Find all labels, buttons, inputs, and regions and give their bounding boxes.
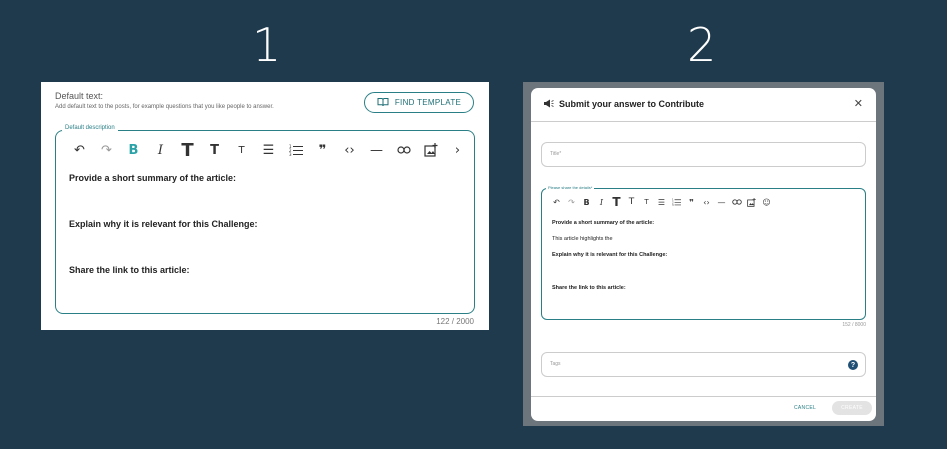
- editor-line: Explain why it is relevant for this Chal…: [552, 252, 668, 258]
- cancel-button[interactable]: CANCEL: [794, 405, 816, 411]
- undo-icon[interactable]: ↶: [549, 195, 564, 209]
- heading-large-icon[interactable]: T: [609, 195, 624, 209]
- editor-legend: Please share the details*: [546, 185, 595, 190]
- bold-icon[interactable]: B: [120, 140, 147, 160]
- heading-small-icon[interactable]: T: [228, 140, 255, 160]
- tags-placeholder: Tags: [550, 361, 561, 367]
- add-image-icon[interactable]: [417, 140, 444, 160]
- create-button[interactable]: CREATE: [832, 401, 872, 415]
- italic-icon[interactable]: I: [594, 195, 609, 209]
- editor-line: Provide a short summary of the article:: [69, 173, 237, 183]
- title-input[interactable]: Title*: [541, 142, 866, 167]
- bullet-list-icon[interactable]: ☰: [255, 140, 282, 160]
- bold-icon[interactable]: B: [579, 195, 594, 209]
- horizontal-rule-icon[interactable]: —: [714, 195, 729, 209]
- heading-small-icon[interactable]: T: [639, 195, 654, 209]
- default-text-panel: Default text: Add default text to the po…: [41, 82, 489, 330]
- submit-answer-modal: Submit your answer to Contribute ✕ Title…: [531, 88, 876, 421]
- bullet-list-icon[interactable]: ☰: [654, 195, 669, 209]
- link-icon[interactable]: [729, 195, 744, 209]
- megaphone-icon: [543, 99, 554, 110]
- redo-icon[interactable]: ↷: [564, 195, 579, 209]
- code-icon[interactable]: ‹›: [336, 140, 363, 160]
- quote-icon[interactable]: ❞: [684, 195, 699, 209]
- modal-header: Submit your answer to Contribute ✕: [531, 88, 876, 122]
- close-icon[interactable]: ✕: [854, 97, 863, 110]
- details-editor[interactable]: Please share the details* ↶ ↷ B I T T T …: [541, 185, 866, 320]
- quote-icon[interactable]: ❞: [309, 140, 336, 160]
- heading-medium-icon[interactable]: T: [201, 140, 228, 160]
- default-text-label: Default text:: [55, 91, 104, 101]
- emoji-icon[interactable]: ☺: [759, 195, 774, 209]
- add-image-icon[interactable]: [744, 195, 759, 209]
- svg-text:3: 3: [289, 152, 292, 156]
- find-template-label: FIND TEMPLATE: [394, 98, 462, 107]
- default-description-editor[interactable]: Default description ↶ ↷ B I T T T ☰ 123 …: [55, 125, 475, 314]
- editor-line: Share the link to this article:: [69, 265, 190, 275]
- editor-line: Share the link to this article:: [552, 285, 626, 291]
- title-placeholder: Title*: [550, 151, 562, 157]
- numbered-list-icon[interactable]: 123: [669, 195, 684, 209]
- default-text-helper: Add default text to the posts, for examp…: [55, 104, 274, 110]
- editor-toolbar: ↶ ↷ B I T T T ☰ 123 ❞ ‹› — ☺: [549, 195, 774, 209]
- find-template-button[interactable]: FIND TEMPLATE: [364, 92, 474, 113]
- link-icon[interactable]: [390, 140, 417, 160]
- step-number-2: 2: [687, 18, 717, 72]
- svg-text:3: 3: [672, 203, 674, 206]
- help-icon[interactable]: ?: [848, 360, 858, 370]
- editor-legend: Default description: [62, 125, 118, 131]
- redo-icon[interactable]: ↷: [93, 140, 120, 160]
- step-number-1: 1: [252, 18, 282, 72]
- heading-large-icon[interactable]: T: [174, 140, 201, 161]
- editor-line: Provide a short summary of the article:: [552, 220, 655, 226]
- numbered-list-icon[interactable]: 123: [282, 140, 309, 160]
- more-chevron-icon[interactable]: ›: [444, 140, 471, 160]
- horizontal-rule-icon[interactable]: —: [363, 140, 390, 160]
- character-counter: 122 / 2000: [436, 317, 474, 326]
- italic-icon[interactable]: I: [147, 140, 174, 160]
- heading-medium-icon[interactable]: T: [624, 195, 639, 209]
- editor-line: Explain why it is relevant for this Chal…: [69, 219, 258, 229]
- submit-answer-panel: Submit your answer to Contribute ✕ Title…: [523, 82, 884, 426]
- footer-divider: [531, 396, 876, 397]
- character-counter: 152 / 8000: [842, 322, 866, 328]
- editor-line: This article highlights the: [552, 236, 613, 242]
- editor-toolbar: ↶ ↷ B I T T T ☰ 123 ❞ ‹› — ›: [66, 140, 471, 161]
- tags-input[interactable]: Tags ?: [541, 352, 866, 377]
- book-icon: [377, 97, 389, 109]
- code-icon[interactable]: ‹›: [699, 195, 714, 209]
- modal-title: Submit your answer to Contribute: [559, 99, 705, 109]
- undo-icon[interactable]: ↶: [66, 140, 93, 160]
